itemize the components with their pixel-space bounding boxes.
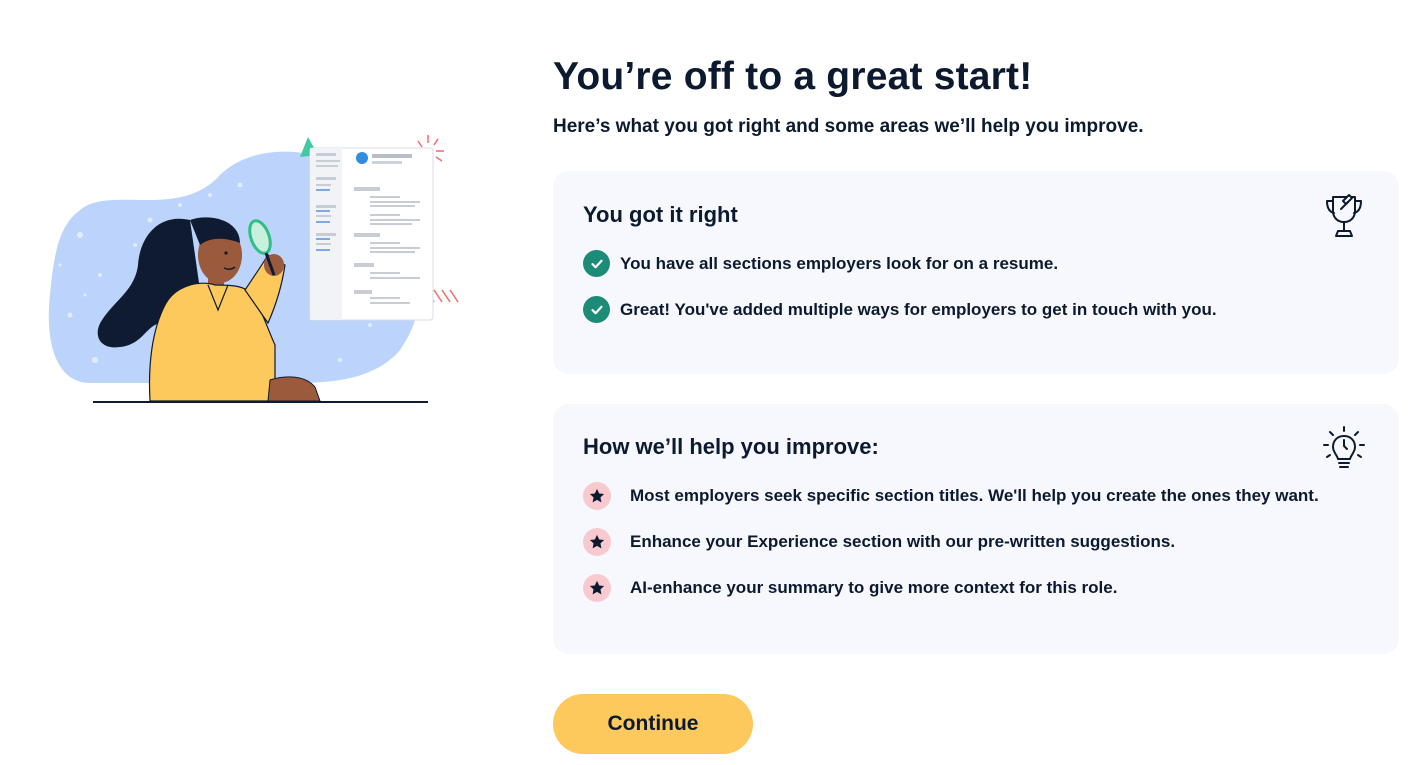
resume-review-illustration [40,125,480,415]
got-right-item-text: You have all sections employers look for… [620,253,1059,273]
improve-item: AI-enhance your summary to give more con… [583,574,1117,602]
got-right-item: You have all sections employers look for… [583,250,1058,277]
star-icon [583,482,611,510]
continue-button[interactable]: Continue [553,694,753,754]
got-right-item-text: Great! You've added multiple ways for em… [620,299,1217,319]
improve-card: How we’ll help you improve: Most employe… [553,404,1399,654]
page-title: You’re off to a great start! [553,55,1033,98]
improve-item-text: AI-enhance your summary to give more con… [630,578,1118,597]
improve-title: How we’ll help you improve: [583,434,879,459]
improve-item-text: Enhance your Experience section with our… [630,532,1176,551]
lightbulb-icon [1321,424,1367,474]
improve-item: Most employers seek specific section tit… [583,482,1319,510]
page-subtitle: Here’s what you got right and some areas… [553,116,1144,137]
check-icon [583,296,610,323]
got-right-item: Great! You've added multiple ways for em… [583,296,1217,323]
got-it-right-card: You got it right You have all sections e… [553,171,1399,374]
improve-item-text: Most employers seek specific section tit… [630,486,1319,505]
results-content: You’re off to a great start! Here’s what… [553,55,1399,754]
star-icon [583,574,611,602]
trophy-icon [1321,191,1367,241]
check-icon [583,250,610,277]
got-it-right-title: You got it right [583,202,738,227]
star-icon [583,528,611,556]
resume-document [309,147,434,321]
improve-item: Enhance your Experience section with our… [583,528,1175,556]
